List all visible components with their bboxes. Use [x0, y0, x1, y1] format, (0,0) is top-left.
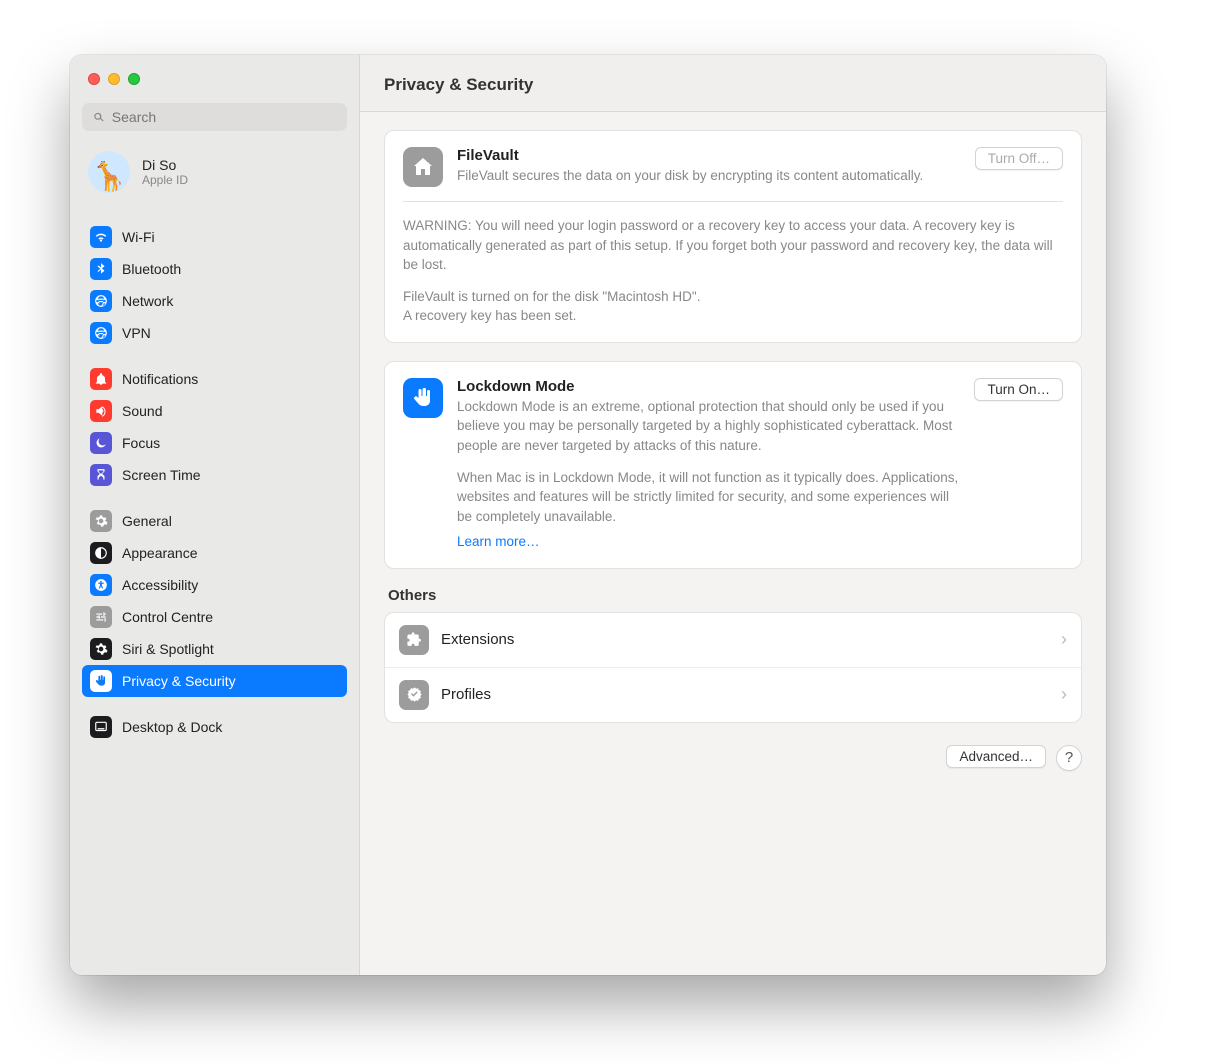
- search-field[interactable]: [82, 103, 347, 131]
- sidebar-item-vpn[interactable]: VPN: [82, 317, 347, 349]
- moon-icon: [90, 432, 112, 454]
- page-title: Privacy & Security: [384, 75, 1082, 95]
- sidebar-item-sound[interactable]: Sound: [82, 395, 347, 427]
- others-list: Extensions › Profiles ›: [384, 612, 1082, 723]
- others-section-label: Others: [388, 587, 1082, 604]
- sidebar-item-desktop-dock[interactable]: Desktop & Dock: [82, 711, 347, 743]
- filevault-title: FileVault: [457, 147, 961, 164]
- filevault-icon: [403, 147, 443, 187]
- sliders-icon: [90, 606, 112, 628]
- sidebar-item-notifications[interactable]: Notifications: [82, 363, 347, 395]
- help-button[interactable]: ?: [1056, 745, 1082, 771]
- vpn-icon: [90, 322, 112, 344]
- bluetooth-icon: [90, 258, 112, 280]
- profiles-row[interactable]: Profiles ›: [385, 667, 1081, 722]
- sidebar-item-label: Wi-Fi: [122, 229, 155, 245]
- account-subtitle: Apple ID: [142, 173, 188, 187]
- filevault-status: FileVault is turned on for the disk "Mac…: [403, 287, 1063, 326]
- profiles-icon: [399, 680, 429, 710]
- sidebar-item-label: Siri & Spotlight: [122, 641, 214, 657]
- hand-icon: [90, 670, 112, 692]
- sidebar-item-bluetooth[interactable]: Bluetooth: [82, 253, 347, 285]
- lockdown-icon: [403, 378, 443, 418]
- sidebar-item-privacy-security[interactable]: Privacy & Security: [82, 665, 347, 697]
- sidebar-item-accessibility[interactable]: Accessibility: [82, 569, 347, 601]
- avatar: 🦒: [88, 151, 130, 193]
- lockdown-learn-more-link[interactable]: Learn more…: [457, 534, 540, 549]
- sidebar-item-screen-time[interactable]: Screen Time: [82, 459, 347, 491]
- sidebar-item-label: VPN: [122, 325, 151, 341]
- zoom-window-button[interactable]: [128, 73, 140, 85]
- chevron-right-icon: ›: [1061, 684, 1067, 705]
- sidebar-item-label: Network: [122, 293, 173, 309]
- sidebar-item-general[interactable]: General: [82, 505, 347, 537]
- gear-icon: [90, 510, 112, 532]
- lockdown-desc: Lockdown Mode is an extreme, optional pr…: [457, 397, 960, 552]
- minimize-window-button[interactable]: [108, 73, 120, 85]
- access-icon: [90, 574, 112, 596]
- sidebar-item-label: Notifications: [122, 371, 198, 387]
- profiles-label: Profiles: [441, 686, 491, 703]
- filevault-warning: WARNING: You will need your login passwo…: [403, 216, 1063, 275]
- apple-id-row[interactable]: 🦒 Di So Apple ID: [82, 145, 347, 207]
- siri-icon: [90, 638, 112, 660]
- extensions-icon: [399, 625, 429, 655]
- sidebar-item-label: Privacy & Security: [122, 673, 236, 689]
- settings-window: 🦒 Di So Apple ID Wi-Fi Bluetooth Network VP…: [70, 55, 1106, 975]
- sidebar-item-label: Control Centre: [122, 609, 213, 625]
- sidebar-item-label: Appearance: [122, 545, 198, 561]
- main-panel: Privacy & Security FileVault FileVault s…: [360, 55, 1106, 975]
- sound-icon: [90, 400, 112, 422]
- sidebar-item-appearance[interactable]: Appearance: [82, 537, 347, 569]
- network-icon: [90, 290, 112, 312]
- sidebar: 🦒 Di So Apple ID Wi-Fi Bluetooth Network VP…: [70, 55, 360, 975]
- hourglass-icon: [90, 464, 112, 486]
- filevault-card: FileVault FileVault secures the data on …: [384, 130, 1082, 343]
- extensions-label: Extensions: [441, 631, 514, 648]
- titlebar: Privacy & Security: [360, 55, 1106, 112]
- close-window-button[interactable]: [88, 73, 100, 85]
- lockdown-title: Lockdown Mode: [457, 378, 960, 395]
- sidebar-item-label: General: [122, 513, 172, 529]
- appearance-icon: [90, 542, 112, 564]
- content: FileVault FileVault secures the data on …: [360, 112, 1106, 975]
- filevault-desc: FileVault secures the data on your disk …: [457, 166, 961, 186]
- sidebar-item-control-centre[interactable]: Control Centre: [82, 601, 347, 633]
- window-controls: [88, 73, 347, 85]
- footer: Advanced… ?: [384, 745, 1082, 771]
- sidebar-item-label: Desktop & Dock: [122, 719, 222, 735]
- sidebar-item-label: Screen Time: [122, 467, 201, 483]
- account-name: Di So: [142, 157, 188, 173]
- advanced-button[interactable]: Advanced…: [946, 745, 1046, 768]
- chevron-right-icon: ›: [1061, 629, 1067, 650]
- sidebar-item-siri-spotlight[interactable]: Siri & Spotlight: [82, 633, 347, 665]
- sidebar-item-focus[interactable]: Focus: [82, 427, 347, 459]
- sidebar-item-label: Focus: [122, 435, 160, 451]
- lockdown-turnon-button[interactable]: Turn On…: [974, 378, 1063, 401]
- bell-icon: [90, 368, 112, 390]
- sidebar-item-wi-fi[interactable]: Wi-Fi: [82, 221, 347, 253]
- wifi-icon: [90, 226, 112, 248]
- filevault-turnoff-button[interactable]: Turn Off…: [975, 147, 1063, 170]
- extensions-row[interactable]: Extensions ›: [385, 613, 1081, 667]
- sidebar-item-label: Sound: [122, 403, 162, 419]
- lockdown-card: Lockdown Mode Lockdown Mode is an extrem…: [384, 361, 1082, 569]
- sidebar-item-label: Bluetooth: [122, 261, 181, 277]
- sidebar-item-label: Accessibility: [122, 577, 198, 593]
- search-input[interactable]: [112, 109, 337, 125]
- search-icon: [92, 110, 106, 125]
- sidebar-item-network[interactable]: Network: [82, 285, 347, 317]
- dock-icon: [90, 716, 112, 738]
